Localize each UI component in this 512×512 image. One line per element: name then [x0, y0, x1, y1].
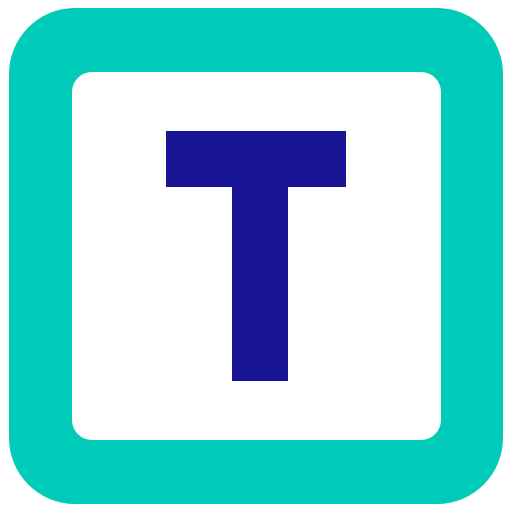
- letter-t-stem: [232, 131, 288, 381]
- letter-t-icon: [166, 131, 346, 381]
- app-icon: [0, 0, 512, 512]
